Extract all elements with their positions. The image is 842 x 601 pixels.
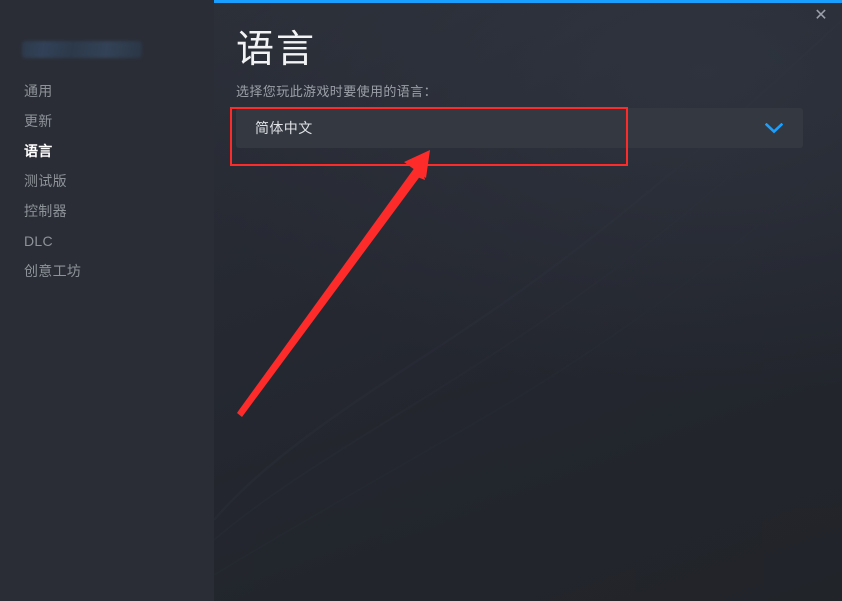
language-select-value: 简体中文 (255, 120, 313, 136)
sidebar-item-label: 更新 (24, 113, 53, 129)
sidebar-item-updates[interactable]: 更新 (0, 106, 214, 136)
sidebar-item-betas[interactable]: 测试版 (0, 166, 214, 196)
sidebar-item-language[interactable]: 语言 (0, 136, 214, 166)
game-title-redacted (22, 41, 142, 58)
page-subtitle: 选择您玩此游戏时要使用的语言： (236, 84, 438, 99)
sidebar-item-label: 测试版 (24, 173, 67, 189)
language-select[interactable]: 简体中文 (236, 108, 803, 148)
sidebar-nav: 通用 更新 语言 测试版 控制器 DLC 创意工坊 (0, 76, 214, 286)
sidebar: 通用 更新 语言 测试版 控制器 DLC 创意工坊 (0, 0, 214, 601)
sidebar-item-label: 通用 (24, 83, 53, 99)
sidebar-item-workshop[interactable]: 创意工坊 (0, 256, 214, 286)
chevron-down-icon[interactable] (763, 108, 785, 148)
page-title: 语言 (236, 29, 317, 71)
accent-top-rule (214, 0, 842, 3)
sidebar-item-label: 控制器 (24, 203, 67, 219)
sidebar-item-dlc[interactable]: DLC (0, 226, 214, 256)
sidebar-item-label: DLC (24, 233, 53, 249)
chevron-down-glyph (765, 122, 783, 133)
main-panel: ✕ 语言 选择您玩此游戏时要使用的语言： 简体中文 (214, 0, 842, 601)
sidebar-item-label: 语言 (24, 143, 53, 159)
close-glyph: ✕ (814, 7, 828, 24)
steam-game-properties-window: 通用 更新 语言 测试版 控制器 DLC 创意工坊 ✕ 语言 选择您玩此游戏时要… (0, 0, 842, 601)
sidebar-item-controller[interactable]: 控制器 (0, 196, 214, 226)
close-icon[interactable]: ✕ (806, 3, 836, 29)
sidebar-item-general[interactable]: 通用 (0, 76, 214, 106)
sidebar-item-label: 创意工坊 (24, 263, 82, 279)
